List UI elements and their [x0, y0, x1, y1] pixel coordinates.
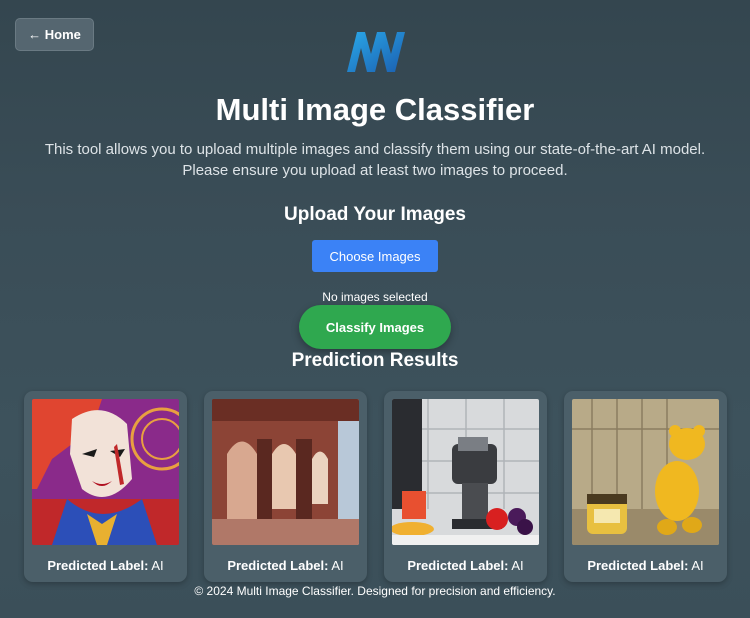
- result-image-bear: [572, 399, 719, 545]
- result-card: Predicted Label: AI: [564, 391, 727, 582]
- results-grid: Predicted Label: AI Predicted Label: AI: [24, 391, 727, 582]
- page-description: This tool allows you to upload multiple …: [44, 141, 706, 179]
- result-image-juicer: [392, 399, 539, 545]
- home-button[interactable]: ← Home: [15, 18, 94, 51]
- result-label: Predicted Label: AI: [587, 558, 704, 573]
- result-card: Predicted Label: AI: [204, 391, 367, 582]
- result-card: Predicted Label: AI: [24, 391, 187, 582]
- choose-images-button[interactable]: Choose Images: [312, 240, 438, 272]
- upload-status: No images selected: [322, 290, 428, 304]
- results-title: Prediction Results: [291, 350, 459, 371]
- result-image-sandstone-arches: [212, 399, 359, 545]
- result-image-comic-woman: [32, 399, 179, 545]
- classify-images-button[interactable]: Classify Images: [299, 305, 451, 349]
- result-label: Predicted Label: AI: [47, 558, 164, 573]
- page-title: Multi Image Classifier: [215, 92, 535, 127]
- footer-text: © 2024 Multi Image Classifier. Designed …: [194, 584, 556, 598]
- result-label: Predicted Label: AI: [407, 558, 524, 573]
- upload-section-title: Upload Your Images: [284, 204, 466, 225]
- result-card: Predicted Label: AI: [384, 391, 547, 582]
- result-label: Predicted Label: AI: [227, 558, 344, 573]
- app-logo: [347, 32, 405, 72]
